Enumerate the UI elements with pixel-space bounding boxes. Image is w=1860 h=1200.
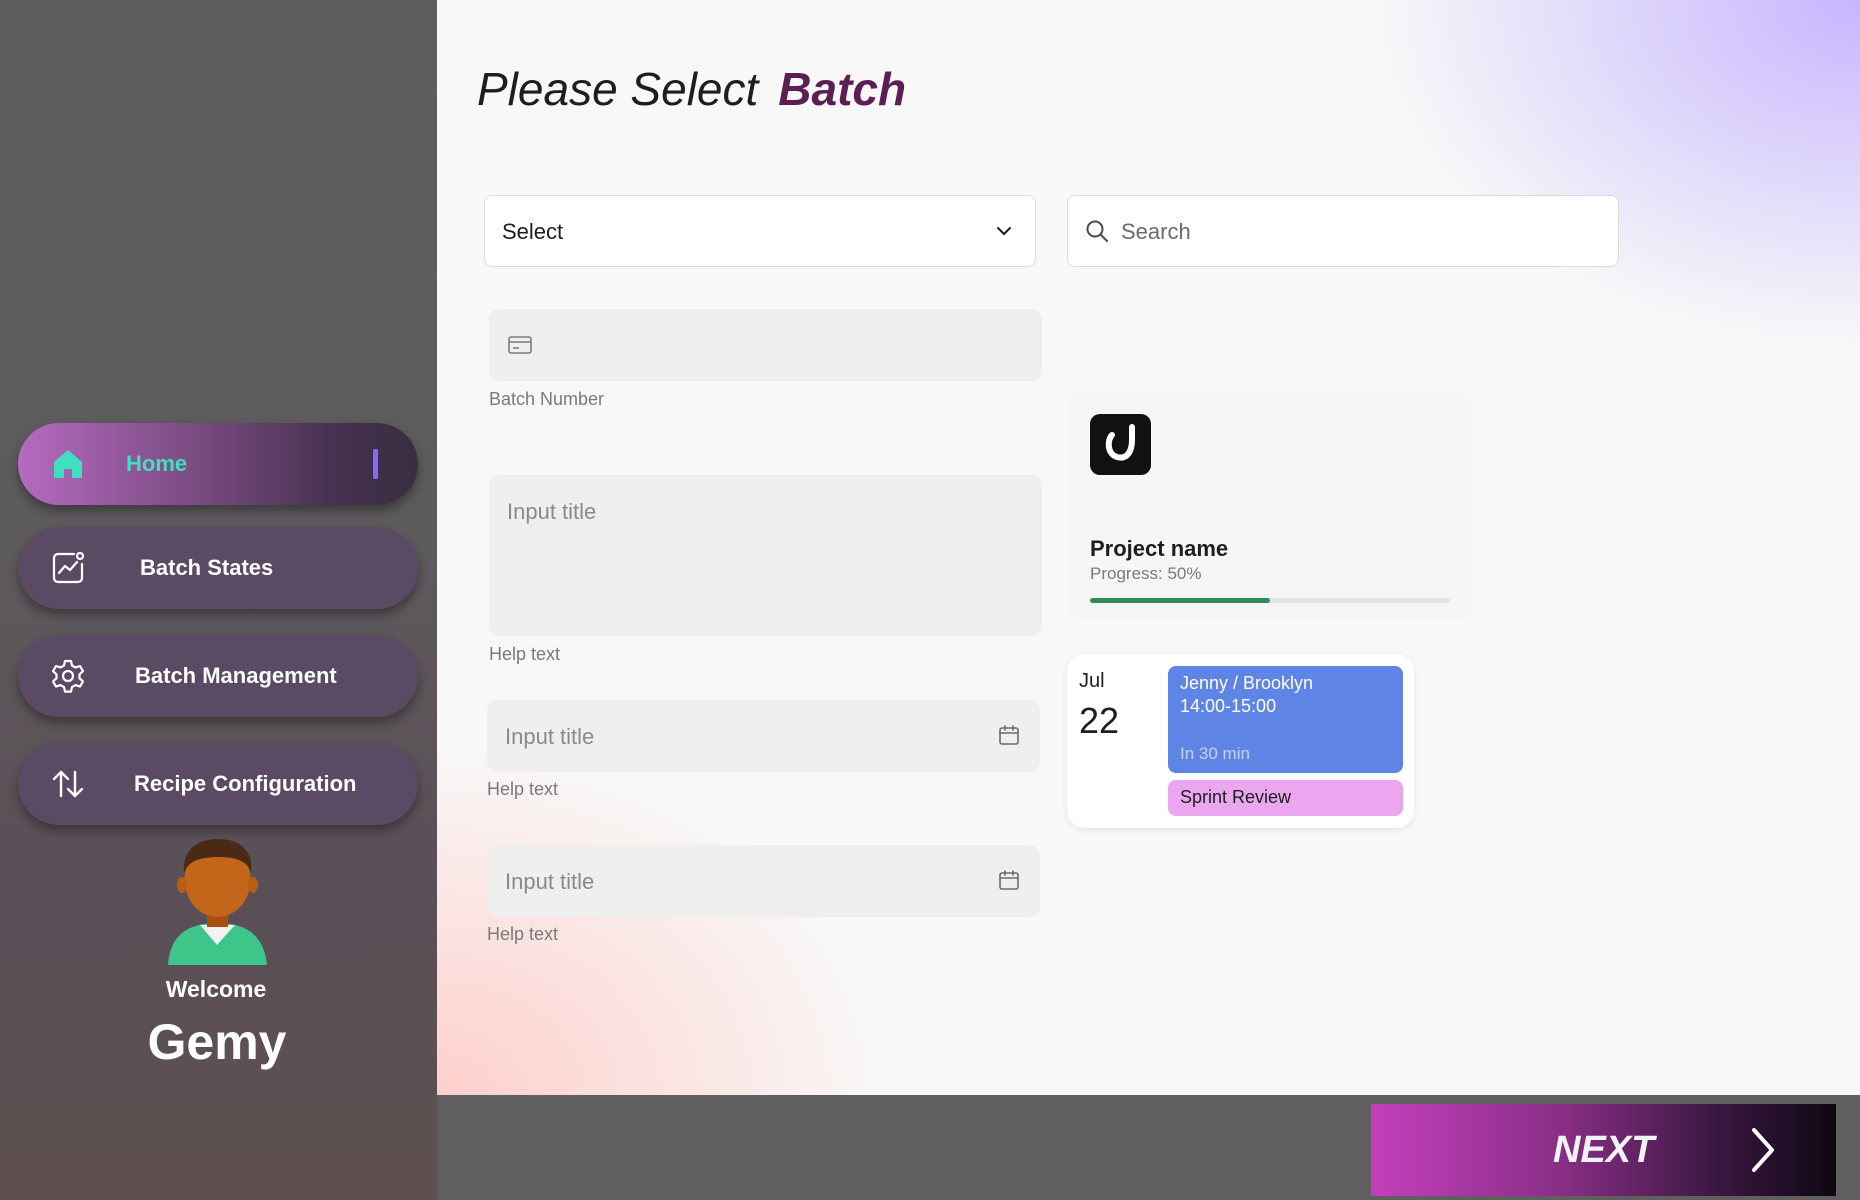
date-field-1-help: Help text (487, 779, 559, 799)
date-field-1-placeholder: Input title (505, 724, 595, 749)
text-area-placeholder: Input title (507, 499, 597, 524)
sidebar-item-label: Batch Management (135, 663, 337, 688)
sidebar-item-batch-states[interactable]: Batch States (18, 527, 418, 609)
sidebar-item-home[interactable]: Home (18, 423, 418, 505)
batch-number-field[interactable] (489, 309, 1042, 381)
welcome-text: Welcome (165, 976, 267, 1002)
sidebar-item-batch-management[interactable]: Batch Management (18, 635, 418, 717)
main-content: Please Select Batch Select Search Batch N… (437, 0, 1860, 1095)
page-title-accent: Batch (778, 63, 907, 115)
project-card[interactable]: Project name Progress: 50% (1067, 390, 1473, 620)
sidebar-item-label: Batch States (140, 555, 274, 580)
event-relative-time: In 30 min (1180, 744, 1250, 763)
event-time: 14:00-15:00 (1180, 696, 1277, 716)
select-value: Select (502, 219, 564, 244)
search-input[interactable]: Search (1067, 195, 1619, 267)
sidebar-item-label: Home (126, 451, 188, 476)
chevron-right-icon (1752, 1128, 1774, 1172)
active-indicator (373, 449, 378, 479)
project-progress-label: Progress: 50% (1090, 564, 1202, 583)
calendar-month: Jul (1079, 670, 1105, 692)
text-area-help: Help text (489, 644, 561, 664)
avatar (168, 839, 267, 965)
next-label: NEXT (1553, 1129, 1655, 1171)
calendar-icon[interactable] (998, 869, 1020, 891)
batch-select[interactable]: Select (484, 195, 1036, 267)
sprint-review-event[interactable]: Sprint Review (1168, 780, 1403, 816)
event-title: Jenny / Brooklyn (1180, 673, 1314, 693)
page-title-prefix: Please Select (477, 63, 759, 115)
date-field-1[interactable]: Input title (487, 700, 1040, 772)
user-name: Gemy (147, 1014, 287, 1070)
page-title: Please Select Batch (477, 62, 906, 116)
gear-icon (51, 659, 85, 693)
progress-bar (1090, 598, 1450, 603)
date-field-2-help: Help text (487, 924, 559, 944)
credit-card-icon (508, 336, 532, 354)
chevron-down-icon (997, 227, 1011, 235)
search-icon (1086, 220, 1108, 242)
text-area-field[interactable]: Input title (489, 475, 1042, 636)
sidebar-item-label: Recipe Configuration (134, 771, 357, 796)
sidebar: Home Batch States Batch Management Recip… (0, 0, 437, 1200)
date-field-2[interactable]: Input title (487, 845, 1040, 917)
sort-arrows-icon (52, 770, 84, 798)
chart-icon (52, 551, 85, 584)
date-field-2-placeholder: Input title (505, 869, 595, 894)
calendar-event[interactable]: Jenny / Brooklyn 14:00-15:00 In 30 min (1168, 666, 1403, 773)
project-name: Project name (1090, 536, 1229, 561)
sprint-review-label: Sprint Review (1180, 787, 1292, 807)
sidebar-item-recipe-configuration[interactable]: Recipe Configuration (18, 743, 418, 825)
project-logo-icon (1090, 414, 1151, 475)
next-button[interactable]: NEXT (1371, 1104, 1836, 1196)
calendar-icon[interactable] (998, 724, 1020, 746)
search-placeholder: Search (1121, 219, 1191, 244)
home-icon (54, 450, 82, 478)
progress-bar-fill (1090, 598, 1270, 603)
batch-number-label: Batch Number (489, 389, 605, 409)
calendar-day: 22 (1079, 700, 1120, 741)
calendar-card[interactable]: Jul 22 Jenny / Brooklyn 14:00-15:00 In 3… (1067, 654, 1414, 828)
